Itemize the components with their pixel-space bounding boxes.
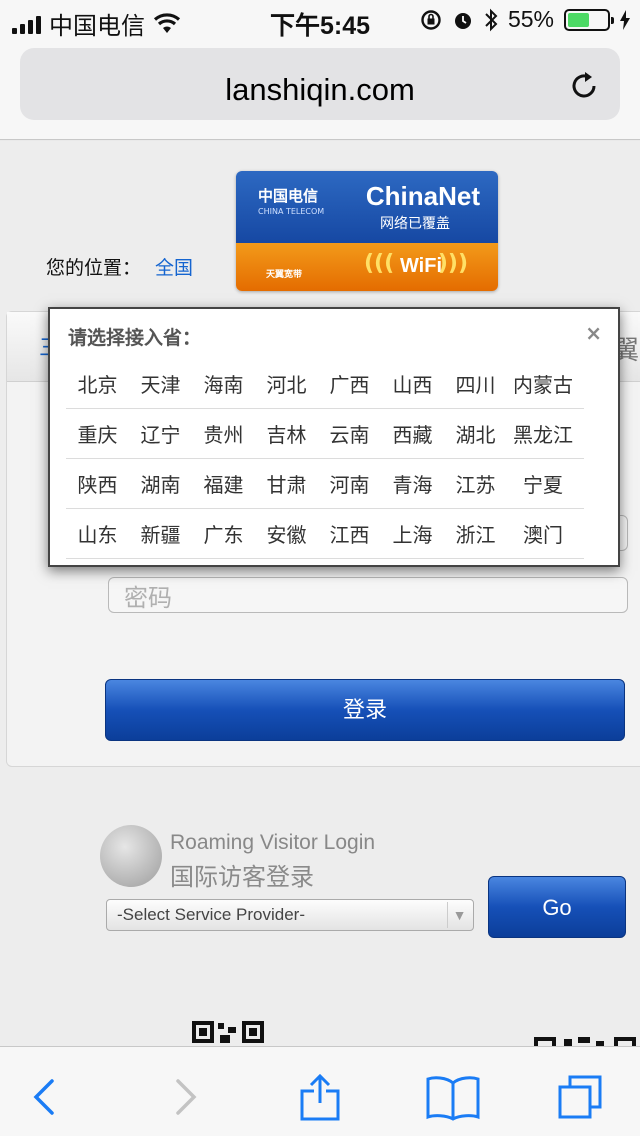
province-item[interactable]: 青海	[381, 469, 444, 498]
province-item[interactable]: 西藏	[381, 419, 444, 448]
close-icon[interactable]: ×	[585, 321, 602, 345]
province-item[interactable]: 上海	[381, 519, 444, 548]
battery-percent: 55%	[507, 6, 554, 32]
wifi-wave-right-icon: )))	[437, 251, 468, 276]
go-button[interactable]: Go	[488, 876, 626, 938]
status-bar: 中国电信 下午5:45 55%	[0, 0, 640, 40]
qr-code-icon	[192, 1021, 264, 1043]
wifi-wave-left-icon: (((	[364, 251, 395, 276]
province-item[interactable]: 云南	[318, 419, 381, 448]
chinanet-title: ChinaNet	[365, 181, 480, 211]
url-text[interactable]: lanshiqin.com	[20, 72, 620, 108]
province-popup: 请选择接入省： × 北京 天津 海南 河北 广西 山西 四川 内蒙古 重庆 辽宁…	[48, 307, 620, 567]
province-item[interactable]: 广东	[192, 519, 255, 548]
popup-title: 请选择接入省：	[68, 327, 202, 349]
select-value: -Select Service Provider-	[117, 905, 306, 924]
province-item[interactable]: 江苏	[444, 469, 507, 498]
province-item[interactable]: 河北	[255, 369, 318, 398]
province-row: 北京 天津 海南 河北 广西 山西 四川 内蒙古	[66, 359, 584, 409]
province-item[interactable]: 福建	[192, 469, 255, 498]
reload-icon[interactable]	[568, 70, 600, 102]
roaming-title-cn: 国际访客登录	[170, 863, 314, 891]
location-link[interactable]: 全国	[155, 253, 193, 280]
bookmarks-icon[interactable]	[426, 1073, 480, 1121]
telecom-logo: 中国电信	[258, 187, 319, 205]
province-item[interactable]: 黑龙江	[507, 419, 579, 448]
charging-icon	[620, 9, 630, 30]
tianyi-logo: 天翼宽带	[266, 270, 303, 280]
browser-toolbar	[0, 1046, 640, 1136]
province-item[interactable]: 山西	[381, 369, 444, 398]
qr-code-icon	[534, 1037, 636, 1046]
address-bar[interactable]: lanshiqin.com	[20, 48, 620, 120]
banner-top: 中国电信 CHINA TELECOM ChinaNet 网络已覆盖	[236, 171, 498, 243]
back-icon[interactable]	[22, 1073, 70, 1121]
alarm-icon	[454, 12, 471, 29]
browser-header: lanshiqin.com	[0, 40, 640, 140]
globe-icon	[100, 825, 162, 887]
province-row: 重庆 辽宁 贵州 吉林 云南 西藏 湖北 黑龙江	[66, 409, 584, 459]
bluetooth-icon	[485, 8, 498, 31]
province-item[interactable]: 贵州	[192, 419, 255, 448]
service-provider-select[interactable]: -Select Service Provider- ▼	[106, 899, 474, 931]
wifi-label: WiFi	[399, 255, 442, 277]
province-row: 山东 新疆 广东 安徽 江西 上海 浙江 澳门	[66, 509, 584, 559]
battery-icon	[564, 8, 614, 31]
province-item[interactable]: 重庆	[66, 419, 129, 448]
province-item[interactable]: 河南	[318, 469, 381, 498]
province-item[interactable]: 甘肃	[255, 469, 318, 498]
province-item[interactable]: 新疆	[129, 519, 192, 548]
province-item[interactable]: 江西	[318, 519, 381, 548]
banner-bottom: 天翼宽带 ((( WiFi )))	[236, 243, 498, 291]
chevron-down-icon[interactable]: ▼	[447, 902, 471, 928]
province-item[interactable]: 内蒙古	[507, 369, 579, 398]
share-icon[interactable]	[296, 1073, 344, 1121]
province-row: 陕西 湖南 福建 甘肃 河南 青海 江苏 宁夏	[66, 459, 584, 509]
web-page: 中国电信 CHINA TELECOM ChinaNet 网络已覆盖 天翼宽带 (…	[0, 141, 640, 1046]
province-item[interactable]: 浙江	[444, 519, 507, 548]
coverage-text: 网络已覆盖	[380, 216, 450, 232]
password-field[interactable]	[108, 577, 628, 613]
province-item[interactable]: 天津	[129, 369, 192, 398]
province-item[interactable]: 四川	[444, 369, 507, 398]
province-item[interactable]: 海南	[192, 369, 255, 398]
province-item[interactable]: 宁夏	[507, 469, 579, 498]
province-item[interactable]: 湖北	[444, 419, 507, 448]
forward-icon[interactable]	[160, 1073, 208, 1121]
roaming-title-en: Roaming Visitor Login	[170, 831, 376, 854]
province-item[interactable]: 湖南	[129, 469, 192, 498]
province-item[interactable]: 陕西	[66, 469, 129, 498]
telecom-logo-sub: CHINA TELECOM	[258, 207, 325, 216]
province-item[interactable]: 吉林	[255, 419, 318, 448]
location-label: 您的位置：	[46, 257, 142, 279]
province-item[interactable]: 山东	[66, 519, 129, 548]
province-item[interactable]: 广西	[318, 369, 381, 398]
province-item[interactable]: 澳门	[507, 519, 579, 548]
province-grid: 北京 天津 海南 河北 广西 山西 四川 内蒙古 重庆 辽宁 贵州 吉林 云南 …	[66, 359, 584, 559]
status-right: 55%	[420, 6, 630, 33]
login-button[interactable]: 登录	[105, 679, 625, 741]
password-placeholder: 密码	[124, 584, 172, 612]
tabs-icon[interactable]	[556, 1073, 604, 1121]
chinanet-banner: 中国电信 CHINA TELECOM ChinaNet 网络已覆盖 天翼宽带 (…	[236, 171, 498, 291]
battery-fill	[568, 12, 589, 27]
province-item[interactable]: 辽宁	[129, 419, 192, 448]
province-item[interactable]: 安徽	[255, 519, 318, 548]
orientation-lock-icon	[421, 9, 441, 30]
province-item[interactable]: 北京	[66, 369, 129, 398]
